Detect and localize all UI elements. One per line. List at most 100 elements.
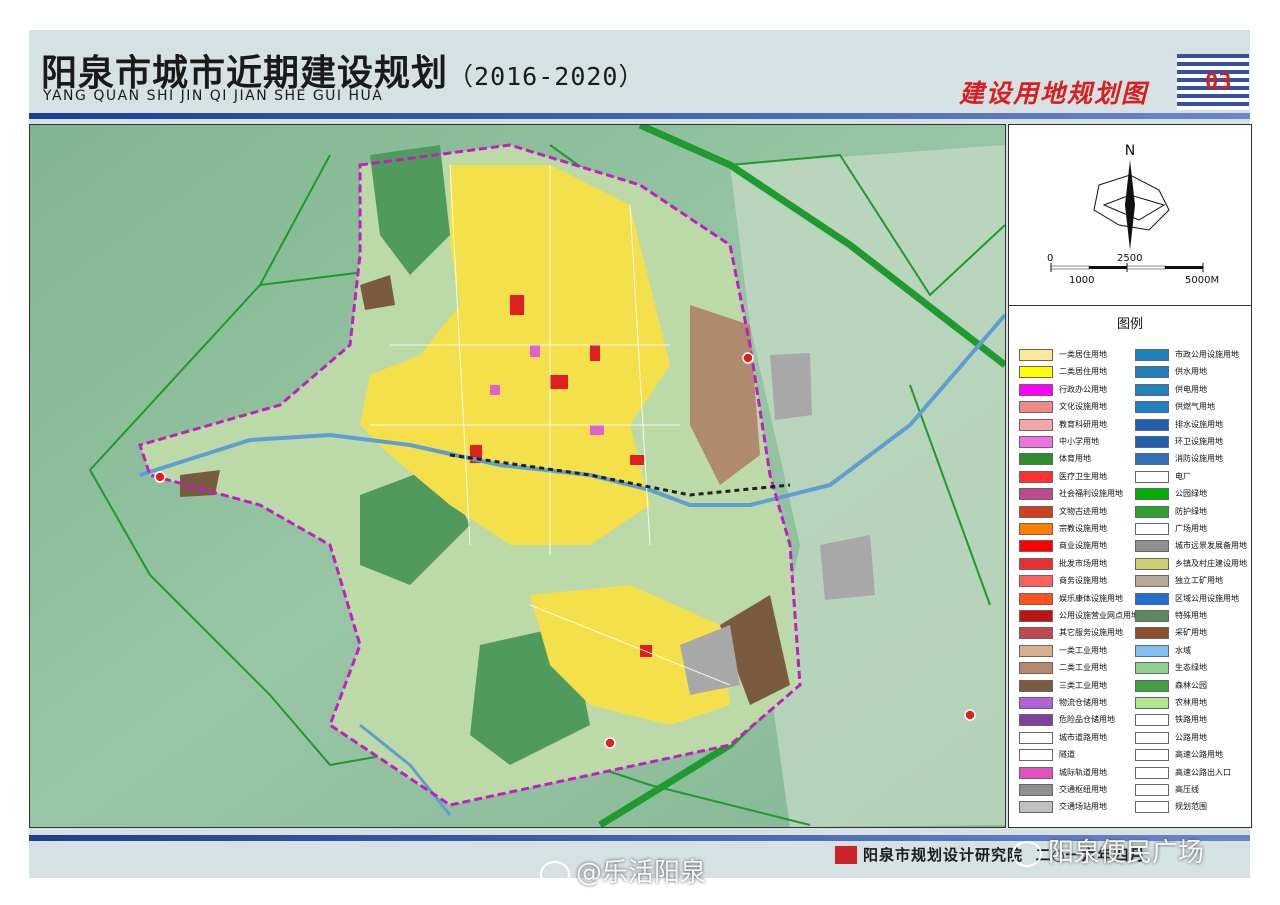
legend-label: 供水用地 [1175,367,1207,377]
legend-swatch [1135,679,1169,692]
legend-label: 供燃气用地 [1175,402,1215,412]
legend-label: 隧道 [1059,750,1075,760]
legend-label: 交通枢纽用地 [1059,785,1107,794]
wechat-account: 阳泉便民广场 [1048,838,1205,868]
map-number: 03 [1205,70,1232,95]
legend-swatch [1019,505,1053,518]
legend-swatch [1019,488,1053,501]
legend-label: 教育科研用地 [1059,419,1107,429]
legend-label: 公园绿地 [1175,489,1207,499]
weibo-icon [540,860,570,887]
north-label: N [1125,143,1135,159]
legend-swatch [1019,714,1053,727]
reserve-land-1 [770,353,812,420]
legend-swatch [1019,366,1053,379]
legend-swatch [1019,766,1053,779]
legend-label: 高压线 [1175,785,1199,794]
legend-label: 文化设施用地 [1059,402,1107,412]
legend-swatch [1135,366,1169,379]
legend-label: 铁路用地 [1175,715,1207,725]
legend-label: 商务设施用地 [1059,576,1107,586]
legend-swatch [1019,644,1053,657]
legend-label: 批发市场用地 [1059,558,1107,568]
legend-label: 危险品仓储用地 [1059,715,1115,725]
legend-swatch [1135,436,1169,448]
map-sheet: 阳泉市城市近期建设规划（2016-2020） YANG QUAN SHI JIN… [29,30,1252,878]
legend-label: 一类工业用地 [1059,645,1107,655]
legend-label: 体育用地 [1059,454,1091,464]
legend-label: 一类居住用地 [1059,350,1107,359]
legend-swatch [1019,749,1053,762]
legend-swatch [1019,801,1053,814]
wechat-icon [1012,840,1042,867]
land-use-map[interactable] [29,124,1006,828]
legend-label: 乡镇及村庄建设用地 [1175,558,1247,568]
legend-label: 社会福利设施用地 [1059,489,1123,499]
legend-label: 行政办公用地 [1059,384,1107,394]
legend-label: 二类居住用地 [1059,367,1107,377]
legend-swatch [1019,679,1053,692]
legend-label: 物流仓储用地 [1059,698,1107,707]
legend-swatch [1135,784,1169,796]
legend-swatch [1135,697,1169,709]
legend-label: 高速公路用地 [1175,750,1223,760]
legend-label: 三类工业用地 [1059,680,1107,690]
legend-swatch [1135,418,1169,431]
wechat-watermark: 阳泉便民广场 [1012,832,1204,869]
legend-label: 医疗卫生用地 [1059,471,1107,481]
legend-label: 特殊用地 [1175,611,1207,620]
legend-label: 采矿用地 [1175,628,1207,638]
legend-swatch [1135,557,1169,570]
legend-label: 水域 [1175,645,1191,655]
scale-label-2500: 2500 [1117,253,1143,264]
weibo-watermark: @乐活阳泉 [540,852,706,889]
legend-label: 交通场站用地 [1059,802,1107,812]
institute-name: 阳泉市规划设计研究院 [863,846,1024,864]
legend-swatch [1135,505,1169,518]
legend-swatch [1019,627,1053,640]
legend-label: 商业设施用地 [1059,541,1107,551]
legend-label: 中小学用地 [1059,437,1099,446]
title-pinyin: YANG QUAN SHI JIN QI JIAN SHE GUI HUA [43,88,384,104]
legend-swatch [1019,418,1053,431]
legend-swatch [1135,749,1169,762]
legend-swatch [1135,575,1169,588]
legend-label: 排水设施用地 [1175,419,1223,429]
legend-label: 公用设施营业网点用地 [1059,611,1139,620]
legend-swatch [1019,383,1053,396]
legend-swatch [1019,349,1053,361]
legend-panel: N 0 2500 1000 5000M 图例 一类居住用地 二类居住用地 行政办公用… [1008,124,1252,828]
legend-label: 其它服务设施用地 [1059,628,1123,638]
legend-swatch [1019,697,1053,709]
legend-label: 娱乐康体设施用地 [1059,593,1123,603]
legend-swatch [1135,714,1169,727]
map-canvas [30,125,1005,827]
legend-swatch [1019,731,1053,744]
legend-swatch [1019,401,1053,414]
legend-label: 森林公园 [1175,680,1207,690]
legend-swatch [1135,470,1169,483]
legend-label: 规划范围 [1175,802,1207,812]
map-name: 建设用地规划图 [959,79,1149,108]
legend-swatch [1135,662,1169,675]
legend-swatch [1019,662,1053,675]
legend-swatch [1135,766,1169,779]
legend-label: 广场用地 [1175,524,1207,533]
legend-swatch [1019,453,1053,466]
compass-scale-box: N 0 2500 1000 5000M [1009,125,1251,306]
legend-swatch [1019,436,1053,448]
legend-label: 宗教设施用地 [1059,524,1107,533]
legend-label: 区域公用设施用地 [1175,593,1239,603]
legend-swatch [1135,610,1169,622]
title-years: （2016-2020） [448,62,645,91]
legend-swatch [1019,784,1053,796]
legend-label: 农林用地 [1175,698,1207,707]
legend-swatch [1019,540,1053,553]
legend-label: 高速公路出入口 [1175,767,1231,777]
header-divider [29,113,1250,119]
legend-label: 城市道路用地 [1059,732,1107,742]
legend-swatch [1019,470,1053,483]
weibo-handle: @乐活阳泉 [576,858,707,888]
legend-label: 文物古迹用地 [1059,506,1107,516]
legend-swatch [1019,523,1053,535]
